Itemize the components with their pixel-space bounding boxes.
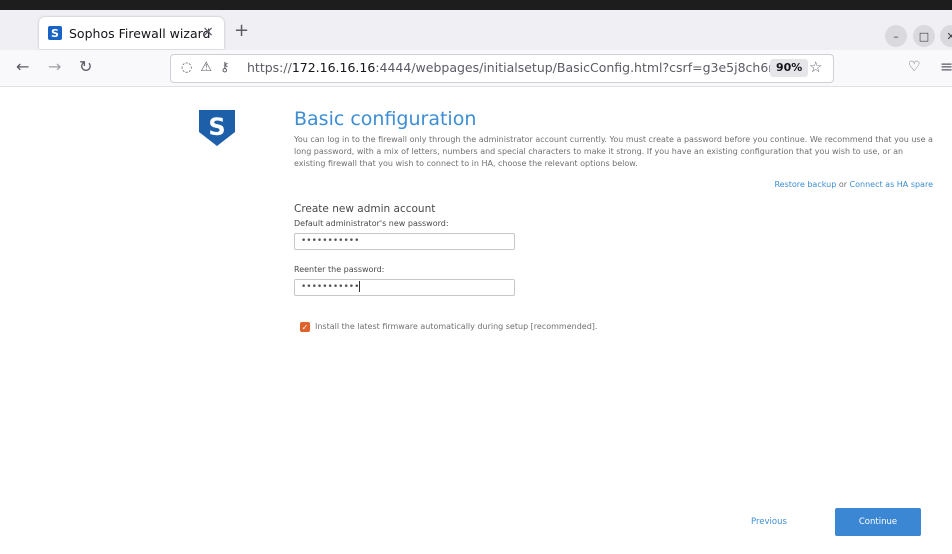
reenter-password-field[interactable]: •••••••••••	[294, 279, 515, 296]
navigation-bar: ← → ↻ ◌⚠⚷ https://172.16.16.16:4444/webp…	[0, 50, 952, 87]
key-icon[interactable]: ⚷	[220, 60, 238, 75]
reenter-password-label: Reenter the password:	[294, 265, 385, 274]
reload-icon[interactable]: ↻	[79, 58, 92, 76]
back-arrow-icon[interactable]: ←	[16, 58, 29, 76]
url-prefix: https://	[247, 60, 292, 75]
new-tab-button[interactable]: +	[234, 22, 249, 40]
tab-close-icon[interactable]: ×	[202, 24, 214, 40]
minimize-button[interactable]: –	[885, 25, 907, 47]
star-icon[interactable]: ☆	[809, 58, 822, 76]
intro-text: You can log in to the firewall only thro…	[294, 135, 933, 168]
maximize-button[interactable]: □	[913, 25, 935, 47]
password-value: •••••••••••	[301, 236, 360, 246]
url-bar[interactable]: ◌⚠⚷ https://172.16.16.16:4444/webpages/i…	[170, 54, 834, 83]
options-links: Restore backup or Connect as HA spare	[774, 180, 933, 189]
firmware-checkbox[interactable]: ✓	[300, 322, 310, 332]
os-top-bar	[0, 0, 952, 10]
or-text: or	[838, 180, 847, 189]
page-content: S Basic configuration You can log in to …	[8, 87, 952, 554]
forward-arrow-icon[interactable]: →	[48, 58, 61, 76]
restore-backup-link[interactable]: Restore backup	[774, 180, 836, 189]
tab-bar: S Sophos Firewall wizard × + – □ ✕	[0, 10, 952, 50]
section-title: Create new admin account	[294, 203, 436, 215]
lock-icon[interactable]: ⚠	[200, 60, 220, 75]
reenter-password-value: •••••••••••	[301, 282, 360, 292]
tab-title: Sophos Firewall wizard	[69, 25, 211, 41]
sophos-logo: S	[197, 108, 237, 152]
page-title: Basic configuration	[294, 108, 477, 130]
menu-icon[interactable]: ≡	[940, 58, 952, 76]
zoom-badge[interactable]: 90%	[770, 59, 809, 77]
url-text[interactable]: https://172.16.16.16:4444/webpages/initi…	[247, 60, 804, 75]
pocket-icon[interactable]: ♡	[908, 58, 921, 76]
continue-button[interactable]: Continue	[835, 508, 921, 536]
url-path: :4444/webpages/initialsetup/BasicConfig.…	[375, 60, 805, 75]
password-field[interactable]: •••••••••••	[294, 233, 515, 250]
previous-button[interactable]: Previous	[751, 517, 787, 527]
close-window-button[interactable]: ✕	[940, 25, 952, 47]
svg-text:S: S	[208, 113, 225, 141]
site-info-icons[interactable]: ◌⚠⚷	[181, 60, 238, 75]
browser-tab[interactable]: S Sophos Firewall wizard ×	[39, 17, 224, 49]
connect-ha-spare-link[interactable]: Connect as HA spare	[850, 180, 933, 189]
shield-icon[interactable]: ◌	[181, 60, 200, 75]
url-host: 172.16.16.16	[291, 60, 376, 75]
sophos-favicon-icon: S	[48, 26, 62, 40]
text-caret	[359, 281, 361, 292]
firmware-checkbox-label[interactable]: Install the latest firmware automaticall…	[315, 322, 597, 331]
password-label: Default administrator's new password:	[294, 219, 449, 228]
